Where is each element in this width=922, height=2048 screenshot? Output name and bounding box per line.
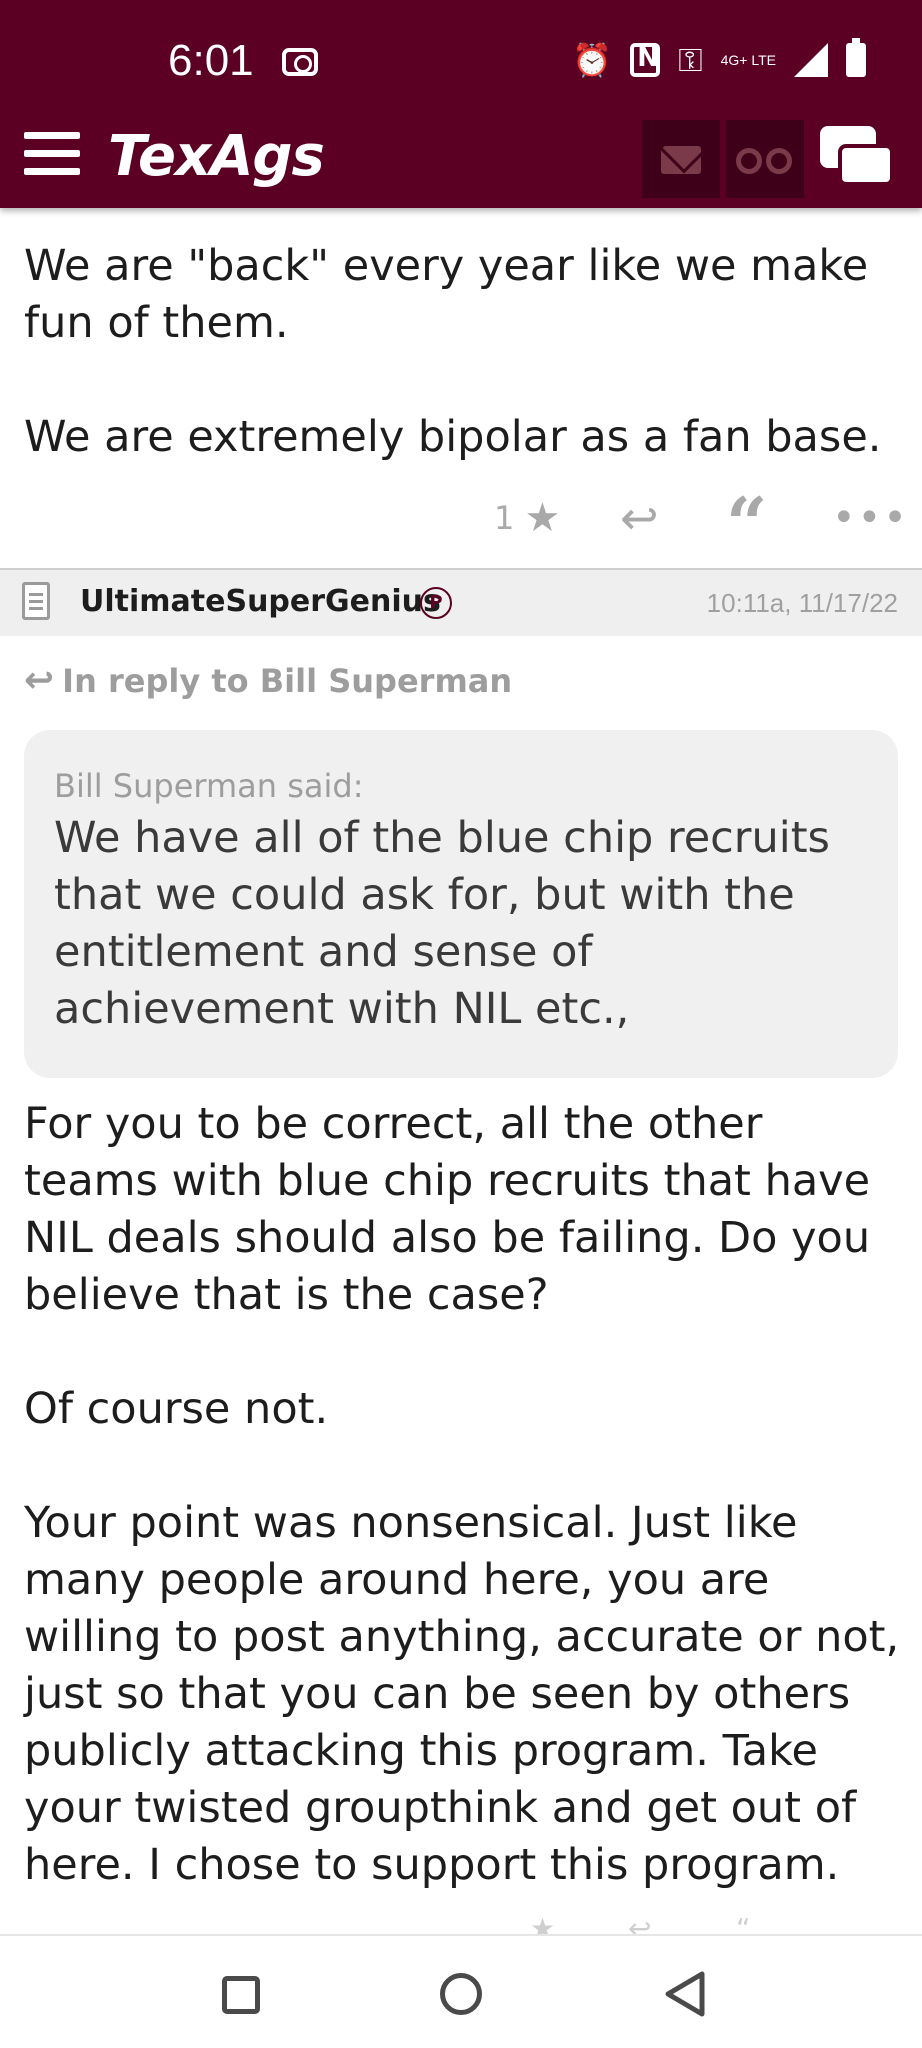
home-button[interactable]: [440, 1973, 482, 2015]
thread-content[interactable]: We are "back" every year like we make fu…: [0, 208, 922, 1934]
reply-arrow-icon: ↩: [24, 660, 55, 701]
texags-logo[interactable]: TexAgs: [108, 124, 325, 189]
post-actions-partial: ★ ↩ “: [0, 1912, 922, 1934]
post-paragraph: Your point was nonsensical. Just like ma…: [24, 1498, 900, 1890]
rate-button[interactable]: 1 ★: [494, 490, 560, 546]
mail-icon: [661, 146, 701, 174]
recents-button[interactable]: [222, 1976, 260, 2014]
battery-icon: [846, 38, 866, 77]
chat-icon[interactable]: [820, 126, 896, 192]
status-bar: 6:01 ⏰ ⚿ 4G+ LTE: [0, 0, 922, 118]
status-icons: ⏰ ⚿ 4G+ LTE: [572, 38, 866, 79]
more-icon[interactable]: •••: [832, 490, 909, 546]
app-bar: TexAgs: [0, 118, 922, 208]
alarm-icon: ⏰: [572, 41, 613, 79]
key-icon: ⚿: [678, 41, 703, 79]
binoculars-icon: [736, 148, 762, 174]
post-actions: 1 ★ ↩ “ •••: [0, 484, 922, 564]
reply-icon: ↩: [628, 1912, 652, 1934]
star-icon: ★: [524, 495, 561, 541]
star-icon: ★: [530, 1912, 556, 1934]
quote-text: We have all of the blue chip recruits th…: [54, 813, 830, 1034]
binoculars-button[interactable]: [726, 120, 804, 198]
binoculars-icon-right: [766, 148, 792, 174]
post-body: For you to be correct, all the other tea…: [24, 1096, 904, 1894]
post-timestamp: 10:11a, 11/17/22: [706, 588, 898, 618]
signal-icon: [794, 43, 828, 77]
premium-badge: P: [420, 587, 452, 619]
status-time: 6:01: [168, 36, 254, 85]
nfc-icon: [630, 43, 661, 77]
mail-button[interactable]: [642, 120, 720, 198]
camera-icon: [282, 48, 318, 76]
username[interactable]: UltimateSuperGenius: [80, 584, 441, 619]
quote-icon[interactable]: “: [726, 484, 767, 564]
notepad-icon: [22, 582, 50, 620]
quote-block: Bill Superman said: We have all of the b…: [24, 730, 898, 1078]
post-paragraph: For you to be correct, all the other tea…: [24, 1099, 871, 1320]
quote-icon: “: [736, 1912, 751, 1934]
post-paragraph: We are extremely bipolar as a fan base.: [24, 412, 882, 462]
menu-icon[interactable]: [24, 132, 80, 184]
in-reply-to-link[interactable]: ↩ In reply to Bill Superman: [24, 660, 512, 701]
network-type: 4G+ LTE: [720, 51, 776, 68]
reply-icon[interactable]: ↩: [620, 490, 659, 546]
in-reply-to-text: In reply to Bill Superman: [62, 662, 513, 700]
rating-count: 1: [494, 499, 515, 537]
post-paragraph: Of course not.: [24, 1384, 329, 1434]
post-paragraph: We are "back" every year like we make fu…: [24, 241, 869, 348]
post-header: UltimateSuperGenius P 10:11a, 11/17/22: [0, 568, 922, 636]
back-button[interactable]: [662, 1970, 708, 2018]
system-nav-bar: [0, 1934, 922, 2048]
previous-post-body: We are "back" every year like we make fu…: [24, 238, 904, 466]
quote-author: Bill Superman said:: [54, 767, 364, 805]
